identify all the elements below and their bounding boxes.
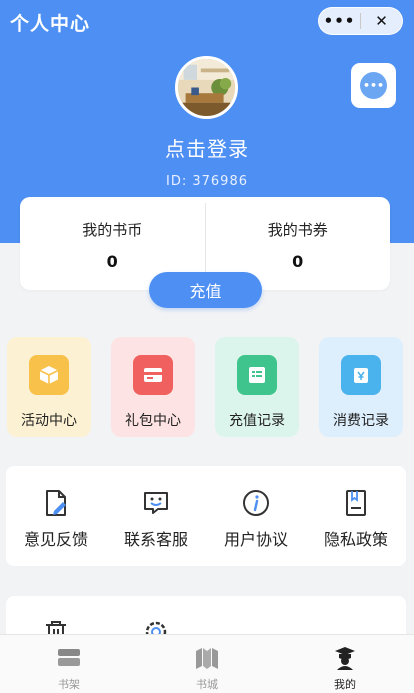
customer-service-item[interactable]: 联系客服 [106, 466, 206, 566]
tile-activity-center[interactable]: 活动中心 [7, 337, 91, 437]
mini-program-capsule: ••• ✕ [318, 7, 403, 35]
vouchers-label: 我的书券 [267, 221, 328, 239]
box-icon [29, 355, 69, 395]
tile-label: 活动中心 [21, 413, 77, 429]
service-panel: 意见反馈 联系客服 用户协议 隐私政策 [6, 466, 406, 566]
service-label: 意见反馈 [23, 530, 88, 549]
bottom-tab-bar: 书架 书城 我的 [0, 634, 414, 693]
bag-icon [341, 355, 381, 395]
avatar[interactable] [175, 56, 238, 119]
feedback-item[interactable]: 意见反馈 [6, 466, 106, 566]
user-id: ID: 376986 [166, 174, 248, 189]
page-title: 个人中心 [10, 13, 91, 35]
tab-label: 书城 [196, 678, 218, 691]
feature-tiles: 活动中心 礼包中心 充值记录 消费记录 [7, 337, 407, 437]
tile-gift-center[interactable]: 礼包中心 [111, 337, 195, 437]
user-agreement-item[interactable]: 用户协议 [206, 466, 306, 566]
tile-label: 充值记录 [229, 413, 285, 429]
coins-label: 我的书币 [82, 221, 143, 239]
recharge-button[interactable]: 充值 [149, 272, 262, 308]
tile-recharge-records[interactable]: 充值记录 [215, 337, 299, 437]
tab-mine[interactable]: 我的 [276, 635, 414, 693]
tab-label: 我的 [334, 678, 356, 691]
service-label: 用户协议 [223, 530, 288, 549]
tile-consumption-records[interactable]: 消费记录 [319, 337, 403, 437]
info-icon [243, 490, 269, 516]
vouchers-value: 0 [292, 252, 304, 271]
login-link[interactable]: 点击登录 [0, 133, 414, 162]
more-menu-button[interactable]: ••• [319, 7, 360, 35]
tile-label: 礼包中心 [125, 413, 181, 429]
chat-bubble-icon: ••• [360, 72, 387, 99]
customer-service-icon [144, 492, 168, 514]
bookshelf-icon [58, 649, 80, 666]
privacy-book-icon [346, 490, 366, 516]
message-button[interactable]: ••• [351, 63, 396, 108]
bookstore-icon [196, 648, 218, 669]
card-icon [133, 355, 173, 395]
coins-value: 0 [106, 252, 118, 271]
service-label: 联系客服 [123, 530, 188, 549]
tab-label: 书架 [58, 678, 80, 691]
feedback-icon [46, 490, 66, 516]
privacy-policy-item[interactable]: 隐私政策 [306, 466, 406, 566]
tab-bookstore[interactable]: 书城 [138, 635, 276, 693]
service-label: 隐私政策 [323, 530, 388, 549]
profile-icon [335, 647, 355, 670]
list-icon [237, 355, 277, 395]
tab-bookshelf[interactable]: 书架 [0, 635, 138, 693]
tile-label: 消费记录 [333, 413, 389, 429]
close-button[interactable]: ✕ [361, 7, 402, 35]
